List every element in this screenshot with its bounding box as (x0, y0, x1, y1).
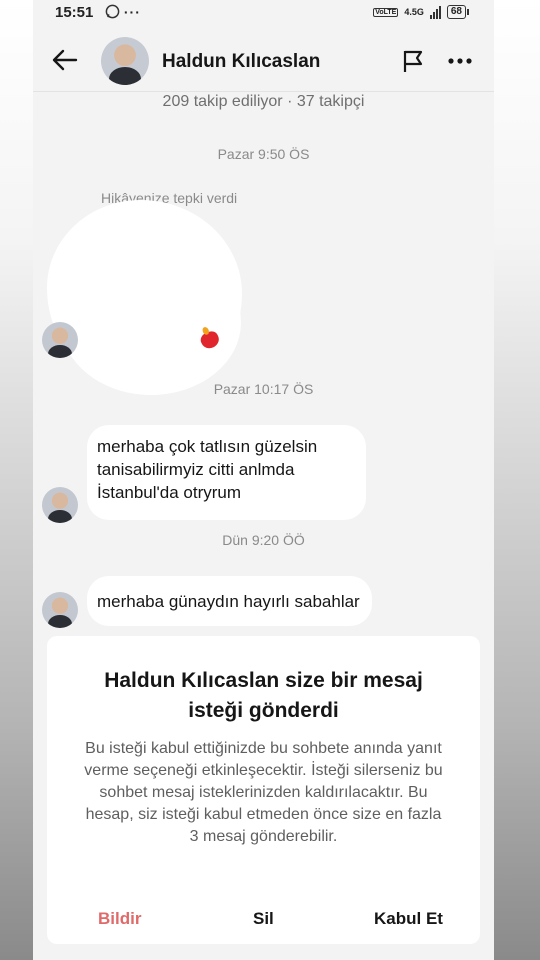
chat-header: Haldun Kılıcaslan (33, 28, 494, 92)
status-right: VoLTE 4.5G 68 (373, 5, 470, 19)
sender-avatar[interactable] (42, 322, 78, 358)
message-bubble[interactable]: merhaba günaydın hayırlı sabahlar (87, 576, 372, 626)
back-arrow-icon[interactable] (51, 46, 79, 74)
message-request-card: Haldun Kılıcaslan size bir mesaj isteği … (47, 636, 480, 944)
profile-avatar[interactable] (101, 37, 149, 85)
message-text-line: tanisabilirmyiz citti anlmda (97, 460, 295, 479)
sender-avatar[interactable] (42, 487, 78, 523)
sender-avatar[interactable] (42, 592, 78, 628)
whatsapp-icon (105, 4, 120, 19)
network-label: 4.5G (404, 7, 424, 17)
report-button[interactable]: Bildir (98, 909, 141, 929)
redacted-story-preview-overlay (61, 250, 241, 395)
notification-icons: ··· (105, 4, 141, 20)
request-description: Bu isteği kabul ettiğinizde bu sohbete a… (84, 740, 443, 845)
message-bubble[interactable]: merhaba çok tatlısın güzelsin tanisabili… (87, 425, 366, 520)
accept-button[interactable]: Kabul Et (374, 909, 443, 929)
more-notifications-icon: ··· (123, 4, 141, 20)
report-flag-icon[interactable] (400, 48, 426, 74)
phone-screen: 15:51 ··· VoLTE 4.5G 68 Haldun Kılıcasla… (33, 0, 494, 960)
battery-icon: 68 (446, 5, 470, 19)
follow-stats: 209 takip ediliyor · 37 takipçi (162, 93, 365, 110)
message-text-line: İstanbul'da otryrum (97, 483, 242, 502)
contact-name[interactable]: Haldun Kılıcaslan (162, 51, 320, 73)
volte-label: VoLTE (373, 7, 399, 17)
more-options-icon[interactable] (448, 58, 472, 64)
message-text-line: merhaba çok tatlısın güzelsin (97, 437, 318, 456)
message-timestamp: Pazar 9:50 ÖS (217, 146, 310, 162)
delete-button[interactable]: Sil (253, 909, 274, 929)
status-time: 15:51 (55, 4, 94, 21)
signal-icon (429, 5, 441, 19)
request-title: Haldun Kılıcaslan size bir mesaj isteği … (104, 669, 423, 722)
message-timestamp: Pazar 10:17 ÖS (213, 381, 314, 397)
message-text: merhaba günaydın hayırlı sabahlar (97, 592, 360, 611)
status-bar: 15:51 ··· VoLTE 4.5G 68 (33, 0, 494, 28)
message-timestamp: Dün 9:20 ÖÖ (222, 532, 305, 548)
